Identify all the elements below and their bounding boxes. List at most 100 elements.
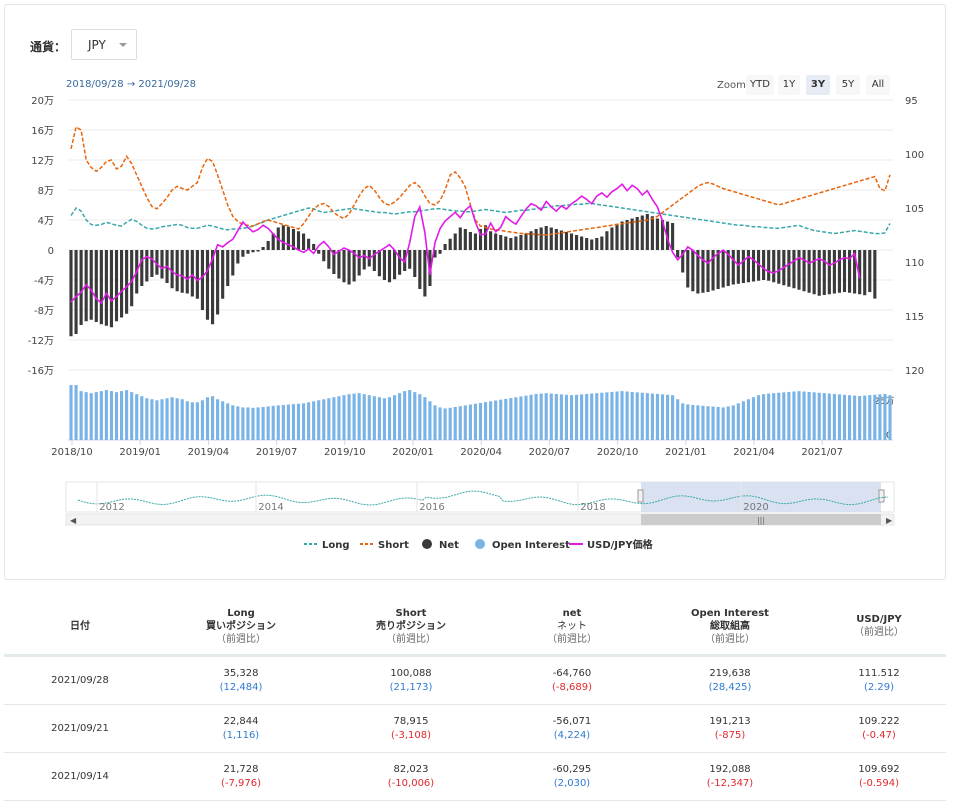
open-interest-bar bbox=[569, 395, 574, 440]
y-tick-label: 12万 bbox=[31, 156, 54, 167]
value-cell: 109.692 (-0.594) bbox=[812, 752, 946, 801]
open-interest-bar bbox=[175, 398, 179, 440]
open-interest-bar bbox=[281, 404, 285, 440]
open-interest-bar bbox=[398, 393, 402, 440]
open-interest-bar bbox=[327, 398, 331, 440]
net-bar bbox=[746, 250, 751, 283]
open-interest-bar bbox=[640, 392, 644, 440]
open-interest-bar bbox=[625, 391, 629, 440]
net-bar bbox=[205, 250, 210, 320]
open-interest-bar bbox=[251, 407, 255, 440]
open-interest-bar bbox=[524, 395, 528, 440]
open-interest-bar bbox=[463, 405, 467, 440]
open-interest-bar bbox=[595, 393, 599, 440]
open-interest-bar bbox=[357, 393, 361, 440]
net-bar bbox=[574, 235, 579, 250]
open-interest-bar bbox=[271, 405, 275, 440]
net-bar bbox=[221, 250, 225, 299]
y-tick-label: 4万 bbox=[38, 216, 54, 227]
legend-item: Long bbox=[322, 540, 350, 551]
scroll-grip-icon: ||| bbox=[757, 516, 765, 525]
open-interest-bar bbox=[827, 393, 831, 440]
net-bar bbox=[863, 250, 867, 296]
net-columns bbox=[69, 214, 877, 337]
legend-symbol bbox=[422, 539, 432, 549]
navigator-tick-label: 2016 bbox=[419, 502, 444, 513]
open-interest-bar bbox=[352, 393, 356, 440]
header-long: Long 買いポジション （前週比） bbox=[156, 598, 326, 657]
open-interest-bar bbox=[377, 397, 381, 440]
open-interest-bar bbox=[99, 391, 103, 440]
open-interest-bar bbox=[842, 394, 847, 440]
table-row: 2021/09/28 35,328 (12,484) 100,088 (21,173) -… bbox=[4, 655, 946, 705]
open-interest-bar bbox=[231, 405, 235, 440]
open-interest-bar bbox=[549, 393, 553, 440]
navigator-tick-label: 2018 bbox=[580, 502, 605, 513]
y-tick-label: 0 bbox=[48, 246, 54, 257]
y-tick-label: 16万 bbox=[31, 126, 54, 137]
open-interest-bar bbox=[135, 394, 139, 440]
open-interest-bar bbox=[104, 390, 108, 440]
open-interest-bar bbox=[564, 394, 569, 440]
open-interest-bar bbox=[620, 391, 624, 440]
open-interest-bar bbox=[600, 392, 604, 440]
right-axis-labels: 95 100 105 110 115 120 bbox=[905, 96, 924, 377]
open-interest-bar bbox=[296, 403, 301, 440]
open-interest-bar bbox=[873, 394, 877, 440]
net-bar bbox=[140, 250, 144, 286]
value-cell: -64,760 (-8,689) bbox=[496, 655, 648, 705]
open-interest-bar bbox=[671, 395, 675, 440]
open-interest-bar bbox=[756, 395, 761, 440]
x-tick-label: 2019/01 bbox=[119, 447, 161, 458]
x-tick-label: 2020/01 bbox=[392, 447, 434, 458]
net-bar bbox=[69, 250, 73, 337]
open-interest-bar bbox=[392, 395, 397, 440]
net-bar bbox=[342, 250, 346, 283]
open-interest-bar bbox=[69, 385, 73, 440]
net-bar bbox=[777, 250, 781, 284]
open-interest-bar bbox=[797, 391, 801, 440]
open-interest-bar bbox=[762, 394, 766, 440]
net-bar bbox=[74, 250, 78, 334]
net-bar bbox=[544, 226, 548, 250]
open-interest-bar bbox=[185, 401, 189, 440]
open-interest-bar bbox=[736, 403, 740, 440]
net-bar bbox=[615, 223, 619, 250]
open-interest-bar bbox=[610, 391, 614, 440]
open-interest-bar bbox=[847, 395, 852, 440]
net-bar bbox=[231, 250, 235, 276]
net-bar bbox=[741, 250, 745, 283]
legend-item: Short bbox=[378, 540, 409, 551]
net-bar bbox=[337, 250, 341, 279]
open-interest-bar bbox=[342, 395, 346, 440]
y-tick-label: -4万 bbox=[34, 276, 54, 287]
legend: Long Short Net Open Interest USD/JPY価格 bbox=[304, 538, 654, 551]
net-bar bbox=[438, 250, 442, 254]
open-interest-bar bbox=[701, 405, 705, 440]
net-bar bbox=[671, 223, 675, 250]
open-interest-bar bbox=[216, 399, 220, 440]
net-bar bbox=[357, 250, 361, 276]
net-bar bbox=[817, 250, 821, 296]
open-interest-bar bbox=[433, 405, 437, 440]
net-bar bbox=[822, 250, 826, 295]
open-interest-bar bbox=[686, 404, 690, 440]
open-interest-bar bbox=[726, 406, 730, 440]
x-tick-label: 2018/10 bbox=[51, 447, 93, 458]
net-bar bbox=[236, 250, 240, 264]
open-interest-bar bbox=[312, 401, 316, 440]
open-interest-bar bbox=[519, 396, 523, 440]
open-interest-bar bbox=[529, 394, 533, 440]
net-bar bbox=[89, 250, 93, 320]
net-bar bbox=[104, 250, 108, 326]
value-cell: 219,638 (28,425) bbox=[648, 655, 812, 705]
net-bar bbox=[322, 250, 326, 262]
net-bar bbox=[473, 233, 478, 250]
net-bar bbox=[706, 250, 710, 292]
open-interest-bar bbox=[458, 406, 462, 440]
net-bar bbox=[301, 233, 306, 250]
open-interest-bar bbox=[696, 405, 700, 440]
table-header-row: 日付 Long 買いポジション （前週比） Short 売りポジション （前週比） ne… bbox=[4, 598, 946, 657]
open-interest-bar bbox=[210, 396, 215, 440]
open-interest-bar bbox=[574, 394, 579, 440]
